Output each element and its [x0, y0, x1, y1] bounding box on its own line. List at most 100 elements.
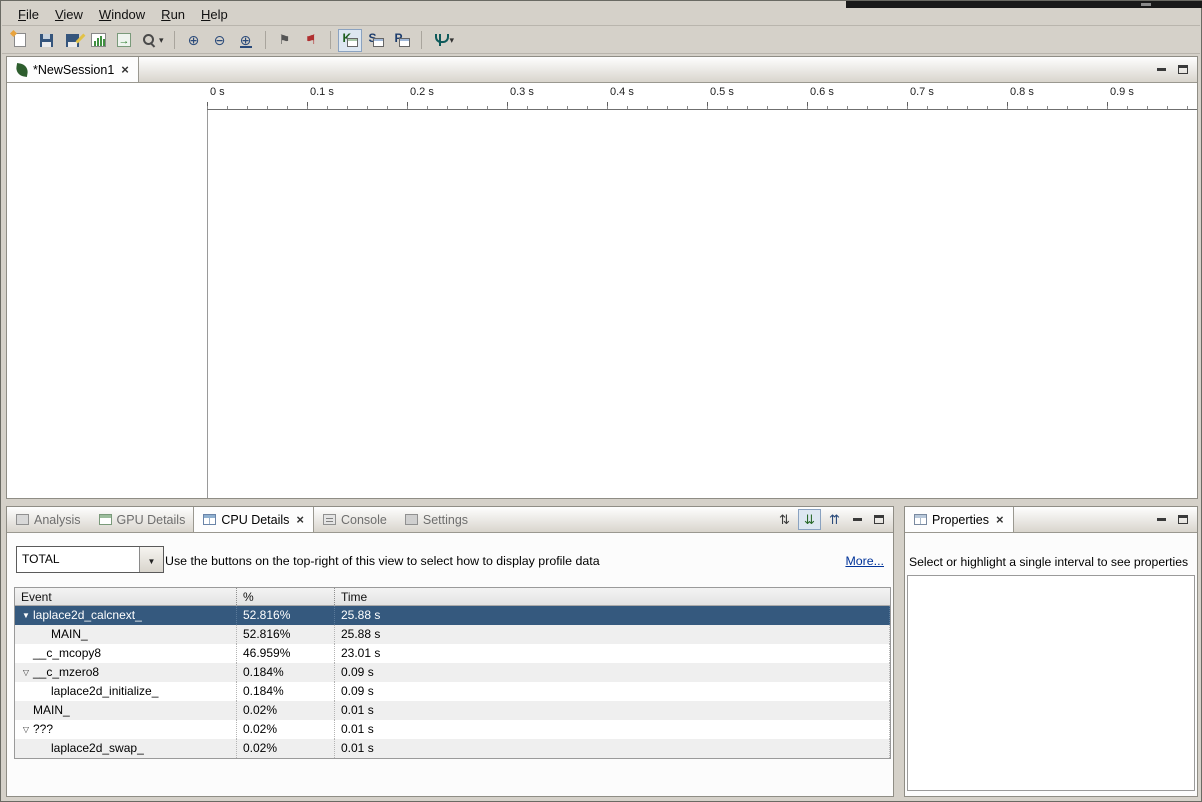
minimize-button[interactable] — [1151, 510, 1172, 529]
zoom-out-button[interactable] — [208, 29, 232, 52]
percent-cell: 0.02% — [237, 701, 335, 720]
save-as-button[interactable] — [60, 29, 84, 52]
zoom-in-icon — [186, 32, 202, 48]
minimize-button[interactable] — [847, 510, 868, 529]
toolbar-separator — [174, 31, 175, 49]
table-row[interactable]: laplace2d_initialize_0.184%0.09 s — [15, 682, 890, 701]
event-cell: laplace2d_initialize_ — [15, 682, 237, 701]
table-row[interactable]: laplace2d_calcnext_52.816%25.88 s — [15, 606, 890, 625]
tab-label: CPU Details — [221, 513, 289, 527]
minimize-button[interactable] — [1151, 60, 1172, 79]
toolbar-separator — [265, 31, 266, 49]
menu-help[interactable]: Help — [193, 5, 236, 24]
tab-properties[interactable]: Properties — [905, 507, 1014, 532]
letter-p-icon — [394, 32, 410, 48]
flag-icon — [277, 32, 293, 48]
combo-dropdown-button[interactable] — [139, 547, 163, 572]
percent-cell: 0.02% — [237, 739, 335, 758]
event-cell: ??? — [15, 720, 237, 739]
properties-panel: Properties Select or highlight a single … — [904, 506, 1198, 797]
tab-settings[interactable]: Settings — [396, 507, 477, 532]
ruler-tick-label: 0.6 s — [810, 86, 834, 98]
percent-cell: 0.184% — [237, 682, 335, 701]
percent-cell: 52.816% — [237, 606, 335, 625]
cpu-details-panel: Analysis GPU Details CPU Details ConsoleSet… — [6, 506, 894, 797]
kernel-view-toggle[interactable] — [338, 29, 362, 52]
save-button[interactable] — [34, 29, 58, 52]
more-link[interactable]: More... — [845, 554, 884, 568]
zoom-in-button[interactable] — [182, 29, 206, 52]
flat-view-button[interactable] — [773, 509, 796, 530]
analysis-button[interactable]: ▾ — [429, 29, 458, 52]
cpu-table-header: Event%Time — [15, 588, 890, 606]
time-cell: 0.01 s — [335, 739, 890, 758]
export-button[interactable] — [112, 29, 136, 52]
export-icon — [117, 33, 131, 47]
search-button[interactable]: ▾ — [138, 29, 167, 52]
zoom-fit-button[interactable] — [234, 29, 258, 52]
call-tree-view-button[interactable] — [798, 509, 821, 530]
minimize-icon — [853, 518, 862, 521]
time-cell: 0.09 s — [335, 663, 890, 682]
table-row[interactable]: __c_mcopy846.959%23.01 s — [15, 644, 890, 663]
tab-console[interactable]: Console — [314, 507, 396, 532]
table-row[interactable]: __c_mzero80.184%0.09 s — [15, 663, 890, 682]
event-name: __c_mcopy8 — [33, 644, 101, 663]
tab-label: *NewSession1 — [33, 63, 114, 77]
expander-icon[interactable] — [19, 606, 33, 625]
properties-box — [907, 575, 1195, 791]
menu-run[interactable]: Run — [153, 5, 193, 24]
timeline-ruler[interactable]: 0 s0.1 s0.2 s0.3 s0.4 s0.5 s0.6 s0.7 s0.… — [207, 83, 1197, 110]
menu-view[interactable]: View — [47, 5, 91, 24]
next-marker-button[interactable] — [273, 29, 297, 52]
maximize-button[interactable] — [868, 510, 889, 529]
column-header-percent[interactable]: % — [237, 588, 335, 605]
expander-icon[interactable] — [19, 663, 33, 682]
application-window: FileViewWindowRunHelp ▾ ▾ *NewSession1 0 … — [0, 0, 1202, 802]
search-icon — [141, 32, 157, 48]
new-session-button[interactable] — [8, 29, 32, 52]
column-header-time[interactable]: Time — [335, 588, 890, 605]
close-icon[interactable] — [119, 62, 129, 77]
ruler-tick — [307, 102, 308, 109]
gpu-details-tab-icon — [99, 514, 112, 525]
close-icon[interactable] — [994, 512, 1004, 527]
settings-tab-icon — [405, 514, 418, 525]
table-row[interactable]: MAIN_52.816%25.88 s — [15, 625, 890, 644]
tab-cpu-details[interactable]: CPU Details — [193, 507, 314, 532]
expander-icon[interactable] — [19, 720, 33, 739]
time-cell: 25.88 s — [335, 606, 890, 625]
tab-newsession1[interactable]: *NewSession1 — [7, 57, 139, 82]
table-row[interactable]: MAIN_0.02%0.01 s — [15, 701, 890, 720]
event-name: ??? — [33, 720, 53, 739]
profile-chart-button[interactable] — [86, 29, 110, 52]
event-name: laplace2d_swap_ — [51, 739, 144, 758]
previous-marker-button[interactable] — [299, 29, 323, 52]
properties-tab-strip: Properties — [905, 507, 1197, 533]
process-view-toggle[interactable] — [390, 29, 414, 52]
timeline-area: 0 s0.1 s0.2 s0.3 s0.4 s0.5 s0.6 s0.7 s0.… — [7, 83, 1197, 498]
cpu-details-tab-icon — [203, 514, 216, 525]
display-mode-select[interactable]: TOTAL — [16, 546, 164, 573]
tab-label: GPU Details — [117, 513, 186, 527]
tab-analysis[interactable]: Analysis — [7, 507, 90, 532]
maximize-button[interactable] — [1172, 510, 1193, 529]
chevron-down-icon — [148, 551, 156, 569]
flag-back-icon — [303, 32, 319, 48]
chevron-down-icon[interactable]: ▾ — [159, 35, 164, 46]
table-row[interactable]: ???0.02%0.01 s — [15, 720, 890, 739]
menu-file[interactable]: File — [10, 5, 47, 24]
reverse-tree-view-button[interactable] — [823, 509, 846, 530]
tab-gpu-details[interactable]: GPU Details — [90, 507, 195, 532]
column-header-event[interactable]: Event — [15, 588, 237, 605]
time-cell: 0.09 s — [335, 682, 890, 701]
table-row[interactable]: laplace2d_swap_ 0.02%0.01 s — [15, 739, 890, 758]
menu-window[interactable]: Window — [91, 5, 153, 24]
maximize-button[interactable] — [1172, 60, 1193, 79]
chevron-down-icon[interactable]: ▾ — [450, 35, 455, 46]
timeline-splitter[interactable] — [207, 110, 208, 498]
hint-text: Use the buttons on the top-right of this… — [165, 554, 600, 568]
time-cell: 0.01 s — [335, 701, 890, 720]
stream-view-toggle[interactable] — [364, 29, 388, 52]
close-icon[interactable] — [294, 512, 304, 527]
